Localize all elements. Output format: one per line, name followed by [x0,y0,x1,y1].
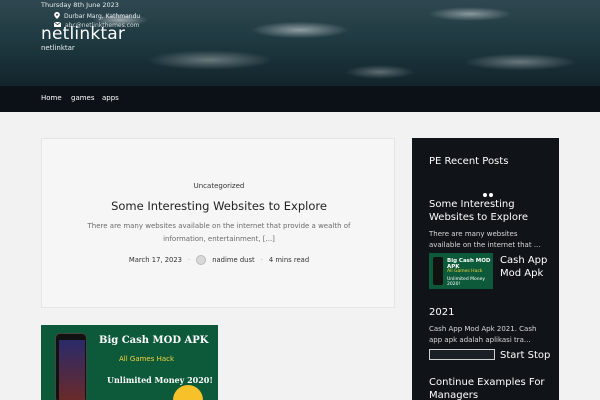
thumbnail-heading: Big Cash MOD APK [99,335,209,346]
post-meta: March 17, 2023 · nadime dust · 4 mins re… [42,255,396,265]
post-title[interactable]: Some Interesting Websites to Explore [42,199,396,213]
site-title[interactable]: netlinktar [41,24,125,44]
location-text: Durbar Marg, Kathmandu [64,13,141,20]
phone-graphic [55,333,87,400]
post-author[interactable]: nadime dust [212,256,254,264]
mini-thumb-subheading: All Games Hack [447,269,483,274]
emoji-face-icon [173,385,203,400]
recent-post-title-3[interactable]: Start Stop [500,349,552,362]
header-date: Thursday 8th June 2023 [41,1,119,9]
phone-graphic [433,257,443,285]
map-pin-icon [54,12,60,21]
meta-separator: · [188,256,191,264]
site-tagline: netlinktar [41,44,75,52]
nav-item-apps[interactable]: apps [102,94,119,102]
site-header: Thursday 8th June 2023 Durbar Marg, Kath… [0,0,600,112]
post-date[interactable]: March 17, 2023 [129,256,182,264]
sidebar-recent-posts: PE Recent Posts Some Interesting Website… [412,138,559,400]
recent-post-title-4[interactable]: Continue Examples For Managers [429,376,549,400]
author-avatar [196,255,207,265]
recent-post-excerpt-2: Cash App Mod Apk 2021. Cash app apk adal… [429,325,537,344]
recent-post-thumbnail-2[interactable]: Big Cash MOD APK All Games Hack Unlimite… [429,253,493,289]
thumbnail-caption: Unlimited Money 2020! [107,375,213,385]
post-category[interactable]: Uncategorized [42,182,396,190]
mini-thumb-caption: Unlimited Money 2020! [447,277,486,287]
recent-post-title-2[interactable]: Cash App Mod Apk [500,254,552,280]
main-navigation: Home games apps [0,86,600,112]
thumbnail-subheading: All Games Hack [119,355,175,363]
recent-post-excerpt-1: There are many websites available on the… [429,230,541,249]
post-thumbnail[interactable]: Big Cash MOD APK All Games Hack Unlimite… [41,325,218,400]
post-read-time: 4 mins read [268,256,310,264]
meta-separator: · [260,256,263,264]
recent-post-title-2-year[interactable]: 2021 [429,307,454,318]
recent-post-thumbnail-3[interactable] [429,349,495,360]
post-card: Uncategorized Some Interesting Websites … [41,138,395,308]
post-excerpt: There are many websites available on the… [87,222,351,243]
nav-item-games[interactable]: games [71,94,95,102]
header-location: Durbar Marg, Kathmandu [54,12,140,21]
recent-post-title-1[interactable]: Some Interesting Websites to Explore [429,198,549,224]
sidebar-title: PE Recent Posts [429,156,509,167]
slider-dots[interactable] [483,182,495,197]
nav-item-home[interactable]: Home [41,94,62,102]
